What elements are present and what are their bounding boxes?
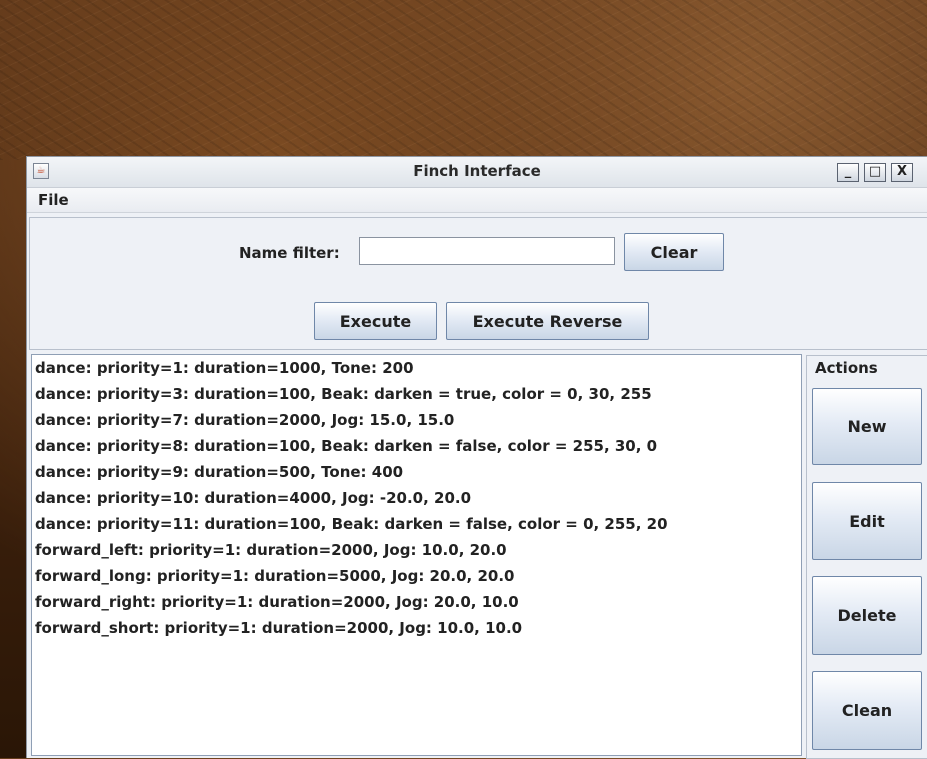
list-item[interactable]: dance: priority=9: duration=500, Tone: 4… [32, 459, 801, 485]
minimize-icon[interactable]: _ [837, 163, 859, 182]
maximize-icon[interactable]: □ [864, 163, 886, 182]
edit-button[interactable]: Edit [812, 482, 922, 560]
menu-bar: File [27, 188, 927, 213]
clean-button[interactable]: Clean [812, 671, 922, 750]
list-item[interactable]: dance: priority=8: duration=100, Beak: d… [32, 433, 801, 459]
menu-file[interactable]: File [38, 191, 69, 209]
name-filter-label: Name filter: [239, 244, 340, 262]
filter-panel: Name filter: Clear Execute Execute Rever… [29, 217, 927, 350]
list-item[interactable]: forward_short: priority=1: duration=2000… [32, 615, 801, 641]
desktop-background [0, 0, 927, 160]
list-item[interactable]: dance: priority=10: duration=4000, Jog: … [32, 485, 801, 511]
new-button[interactable]: New [812, 388, 922, 465]
delete-button[interactable]: Delete [812, 576, 922, 655]
list-item[interactable]: dance: priority=7: duration=2000, Jog: 1… [32, 407, 801, 433]
close-icon[interactable]: X [891, 163, 913, 182]
list-item[interactable]: forward_long: priority=1: duration=5000,… [32, 563, 801, 589]
title-bar[interactable]: ☕ Finch Interface _ □ X [27, 157, 927, 188]
execute-button[interactable]: Execute [314, 302, 437, 340]
list-item[interactable]: dance: priority=1: duration=1000, Tone: … [32, 355, 801, 381]
list-item[interactable]: dance: priority=3: duration=100, Beak: d… [32, 381, 801, 407]
list-item[interactable]: forward_left: priority=1: duration=2000,… [32, 537, 801, 563]
clear-button[interactable]: Clear [624, 233, 724, 271]
execute-reverse-button[interactable]: Execute Reverse [446, 302, 649, 340]
behavior-list[interactable]: dance: priority=1: duration=1000, Tone: … [31, 354, 802, 756]
list-item[interactable]: dance: priority=11: duration=100, Beak: … [32, 511, 801, 537]
name-filter-input[interactable] [359, 237, 615, 265]
finch-interface-window: ☕ Finch Interface _ □ X File Name filter… [26, 156, 927, 759]
actions-title: Actions [813, 359, 880, 377]
window-title: Finch Interface [413, 162, 541, 180]
list-item[interactable]: forward_right: priority=1: duration=2000… [32, 589, 801, 615]
